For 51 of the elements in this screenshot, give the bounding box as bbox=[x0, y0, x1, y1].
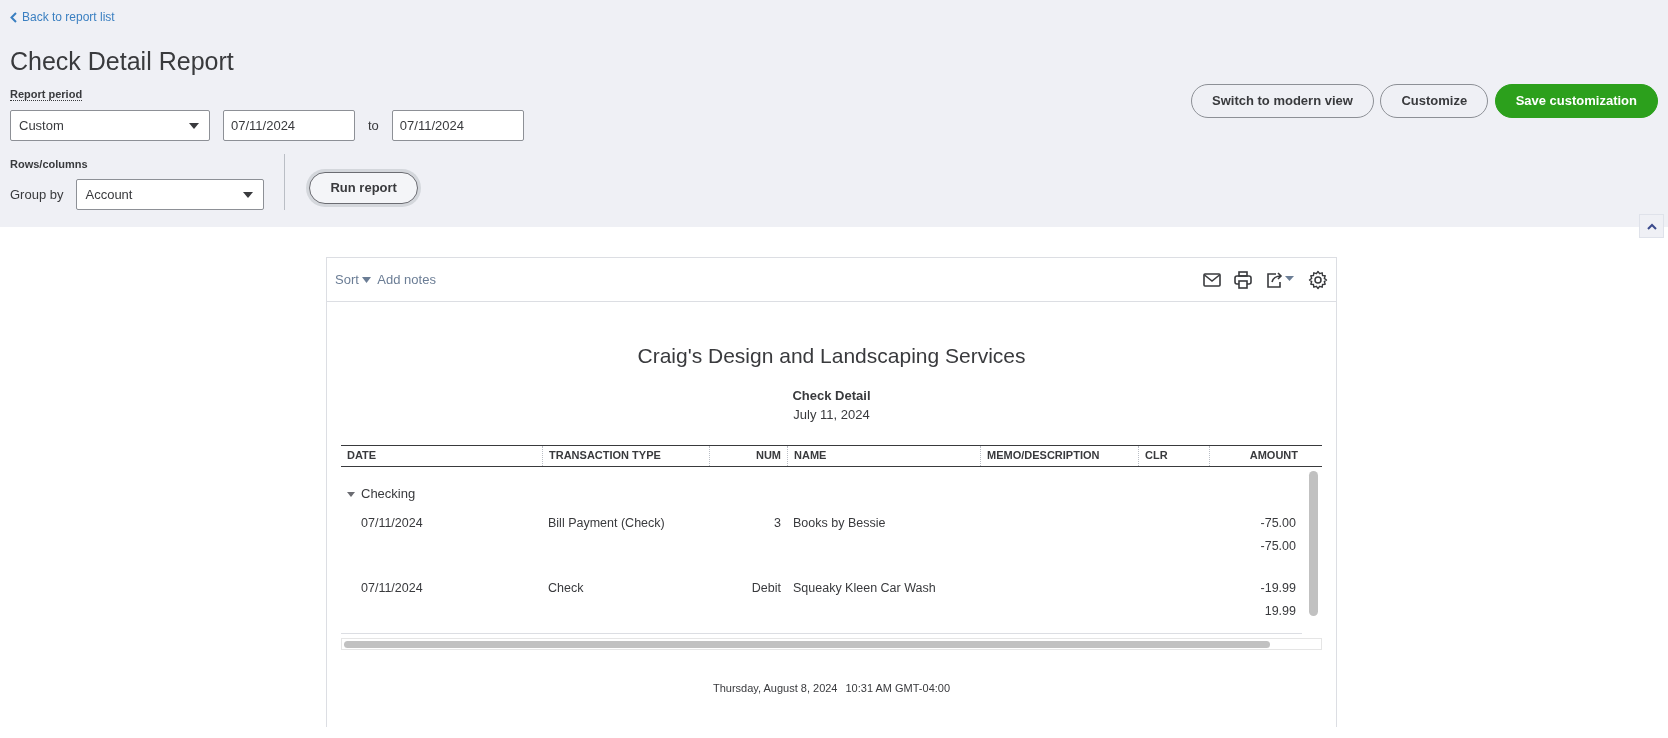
chevron-left-icon bbox=[10, 11, 17, 23]
table-cell-text: 19.99 bbox=[1263, 602, 1297, 620]
column-header[interactable]: DATE bbox=[341, 445, 542, 466]
table-cell-text: Books by Bessie bbox=[792, 514, 887, 532]
from-date-field[interactable]: 07/11/2024 bbox=[223, 110, 355, 141]
column-header[interactable]: TRANSACTION TYPE bbox=[542, 445, 709, 466]
column-header[interactable]: NUM bbox=[709, 445, 787, 466]
export-icon[interactable] bbox=[1265, 270, 1295, 289]
to-date-field[interactable]: 07/11/2024 bbox=[391, 110, 524, 141]
sort-menu[interactable]: Sort bbox=[335, 269, 371, 290]
email-icon[interactable] bbox=[1203, 272, 1221, 287]
column-header[interactable]: MEMO/DESCRIPTION bbox=[980, 445, 1138, 466]
report-period: July 11, 2024 bbox=[792, 406, 871, 424]
run-report-button[interactable]: Run report bbox=[309, 171, 418, 204]
caret-down-icon bbox=[189, 122, 199, 129]
table-cell-text: Squeaky Kleen Car Wash bbox=[792, 579, 937, 597]
table-cell-text: Check bbox=[547, 579, 585, 597]
caret-down-icon bbox=[243, 191, 254, 198]
table-cell-text: 3 bbox=[773, 514, 782, 532]
caret-down-icon[interactable] bbox=[347, 489, 355, 498]
column-header[interactable]: NAME bbox=[787, 445, 980, 466]
group-by-dropdown[interactable]: Account bbox=[76, 179, 265, 210]
add-notes-link[interactable]: Add notes bbox=[377, 269, 436, 290]
horizontal-scrollbar[interactable] bbox=[344, 640, 1271, 648]
vertical-scrollbar[interactable] bbox=[1309, 470, 1318, 616]
to-label: to bbox=[368, 116, 379, 135]
company-name: Craig's Design and Landscaping Services bbox=[636, 343, 1027, 369]
caret-down-icon bbox=[361, 276, 371, 283]
chevron-up-icon bbox=[1646, 222, 1657, 230]
table-cell-text: Debit bbox=[750, 579, 782, 597]
table-cell-text: -19.99 bbox=[1259, 579, 1297, 597]
report-time: 10:31 AM GMT-04:00 bbox=[845, 680, 951, 696]
table-cell-text: -75.00 bbox=[1259, 537, 1297, 555]
back-link[interactable]: Back to report list bbox=[10, 8, 115, 26]
column-header[interactable]: CLR bbox=[1138, 445, 1209, 466]
report-date: Thursday, August 8, 2024 bbox=[712, 680, 838, 696]
print-icon[interactable] bbox=[1234, 270, 1252, 289]
settings-icon[interactable] bbox=[1308, 269, 1328, 290]
group-name: Checking bbox=[361, 484, 416, 503]
column-header[interactable]: AMOUNT bbox=[1209, 445, 1322, 466]
table-cell-text: 07/11/2024 bbox=[360, 579, 424, 597]
collapse-button[interactable] bbox=[1639, 214, 1664, 238]
period-dropdown[interactable]: Custom bbox=[10, 110, 210, 141]
report-period-label: Report period bbox=[10, 88, 83, 101]
page-title: Check Detail Report bbox=[10, 46, 235, 76]
table-cell-text: 07/11/2024 bbox=[360, 514, 424, 532]
report-title: Check Detail bbox=[791, 386, 872, 405]
group-by-label: Group by bbox=[10, 185, 64, 204]
rows-columns-label: Rows/columns bbox=[10, 157, 89, 172]
table-cell-text: Bill Payment (Check) bbox=[547, 514, 666, 532]
table-cell-text: -75.00 bbox=[1259, 514, 1297, 532]
